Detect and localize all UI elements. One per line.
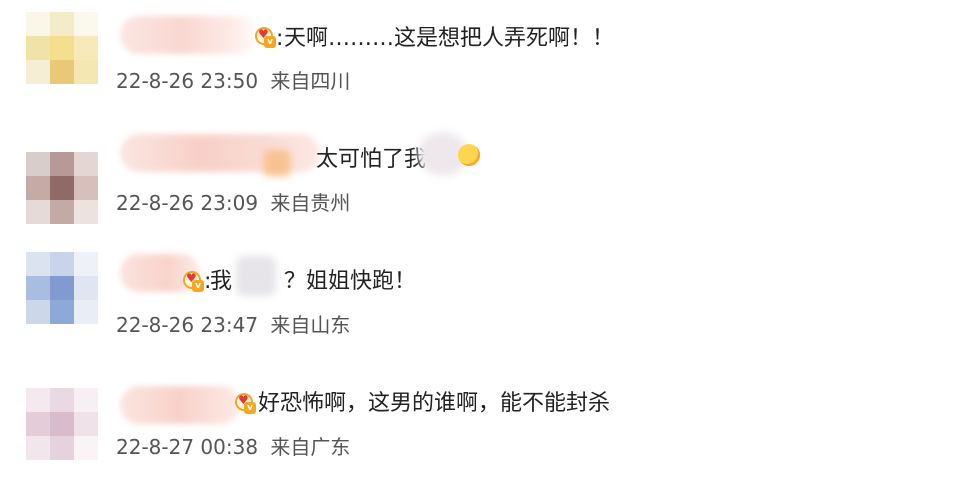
comment-text: 天啊………这是想把人弄死啊！！ <box>284 26 615 51</box>
comment-item: ♥ v 好恐怖啊，这男的谁啊，能不能封杀 22-8-27 00:38 来自广东 <box>0 362 974 472</box>
comment-date: 22-8-27 00:38 <box>116 435 259 459</box>
smiley-emoji-icon <box>458 144 480 166</box>
member-badge-icon: ♥ v <box>182 270 204 294</box>
username-blurred[interactable] <box>120 386 240 424</box>
avatar[interactable] <box>26 388 98 460</box>
comment-location: 来自山东 <box>270 313 351 337</box>
avatar[interactable] <box>26 12 98 84</box>
comment-location: 来自四川 <box>270 69 351 93</box>
username-blurred[interactable] <box>120 16 260 54</box>
comment-item: 太可怕了我 22-8-26 23:09 来自贵州 <box>0 120 974 230</box>
member-badge-icon: ♥ v <box>234 392 256 416</box>
comment-item: ♥ v : 天啊………这是想把人弄死啊！！ 22-8-26 23:50 来自四川 <box>0 0 974 110</box>
avatar[interactable] <box>26 152 98 224</box>
sticker-blurred <box>264 150 290 176</box>
comment-date: 22-8-26 23:50 <box>116 69 259 93</box>
comment-item: ♥ v : 我 ？姐姐快跑！ 22-8-26 23:47 来自山东 <box>0 242 974 352</box>
comment-date: 22-8-26 23:09 <box>116 191 259 215</box>
comment-meta: 22-8-27 00:38 来自广东 <box>116 434 350 460</box>
comment-text-prefix: : <box>276 26 284 51</box>
avatar[interactable] <box>26 252 98 324</box>
comment-text: 好恐怖啊，这男的谁啊，能不能封杀 <box>258 391 611 416</box>
comment-location: 来自广东 <box>270 435 351 459</box>
comment-text-part2: ？姐姐快跑！ <box>284 269 417 294</box>
comment-text-part1: 我 <box>210 269 233 294</box>
comment-location: 来自贵州 <box>270 191 351 215</box>
comment-meta: 22-8-26 23:09 来自贵州 <box>116 190 350 216</box>
emoji-blurred <box>236 256 276 296</box>
comment-meta: 22-8-26 23:47 来自山东 <box>116 312 350 338</box>
comment-text: 太可怕了我 <box>316 147 427 172</box>
comment-meta: 22-8-26 23:50 来自四川 <box>116 68 350 94</box>
username-blurred[interactable] <box>120 134 320 172</box>
comment-screen: { "comments": [ { "text_prefix": ":", "t… <box>0 0 974 484</box>
member-badge-icon: ♥ v <box>254 26 276 50</box>
comment-date: 22-8-26 23:47 <box>116 313 259 337</box>
